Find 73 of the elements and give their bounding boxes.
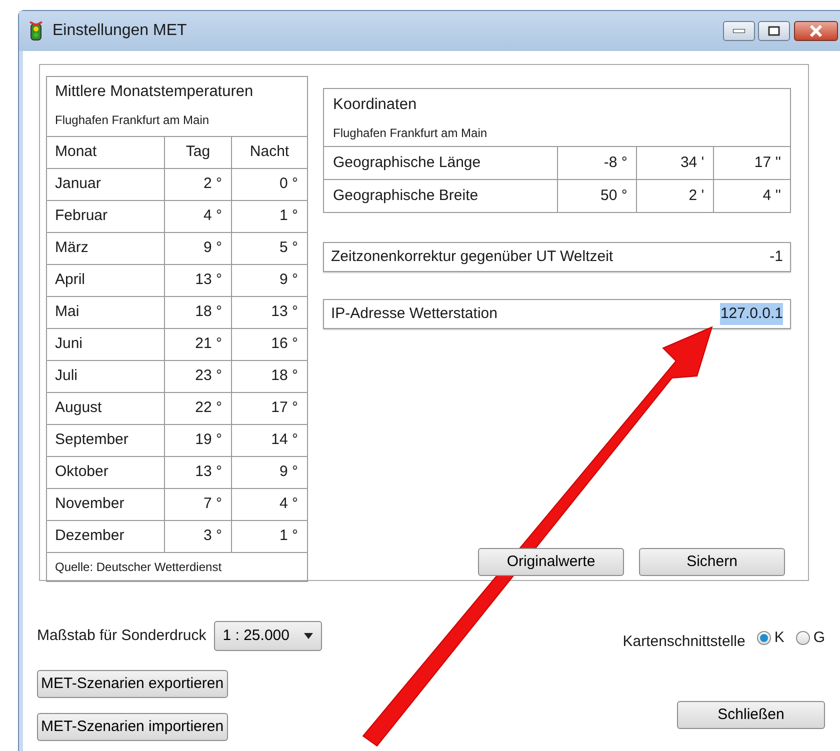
table-cell: 34 ': [636, 146, 714, 180]
table-title: Koordinaten: [333, 95, 418, 116]
table-cell: September: [46, 424, 164, 456]
table-title: Mittlere Monatstemperaturen: [55, 82, 254, 102]
table-cell: März: [46, 232, 164, 264]
table-cell: 2 ': [636, 179, 714, 212]
ip-address-field[interactable]: IP-Adresse Wetterstation 127.0.0.1: [323, 298, 791, 329]
table-cell: November: [46, 488, 164, 520]
table-cell: Oktober: [46, 456, 164, 488]
window-title: Einstellungen MET: [52, 20, 187, 41]
table-cell: 17 °: [232, 392, 308, 424]
minimize-icon: [732, 28, 744, 33]
table-cell: Geographische Länge: [324, 146, 558, 180]
table-cell: 18 °: [232, 360, 308, 392]
close-dialog-button[interactable]: Schließen: [677, 701, 825, 730]
maximize-button[interactable]: [758, 20, 790, 41]
table-cell: 7 °: [164, 488, 232, 520]
export-button[interactable]: MET-Szenarien exportieren: [37, 670, 228, 698]
interface-label: Kartenschnittstelle: [622, 632, 746, 652]
table-cell: 1 °: [232, 200, 308, 232]
scale-label: Maßstab für Sonderdruck: [37, 626, 206, 646]
table-cell: 21 °: [164, 328, 232, 360]
table-subtitle: Flughafen Frankfurt am Main: [333, 124, 488, 142]
table-cell: 13 °: [164, 456, 232, 488]
table-cell: 18 °: [164, 296, 232, 328]
table-cell: 50 °: [557, 179, 637, 212]
table-cell: 4 °: [164, 200, 232, 232]
table-cell: Juli: [46, 360, 164, 392]
table-cell: 23 °: [164, 360, 232, 392]
column-header: Tag: [164, 136, 232, 168]
table-cell: Geographische Breite: [324, 179, 558, 212]
table-cell: 13 °: [164, 264, 232, 296]
radio-option[interactable]: K: [756, 626, 784, 650]
import-button[interactable]: MET-Szenarien importieren: [37, 712, 228, 741]
scale-dropdown[interactable]: 1 : 25.000: [214, 620, 322, 651]
table-cell: 3 °: [164, 520, 232, 552]
table-cell: 16 °: [232, 328, 308, 360]
minimize-button[interactable]: [722, 20, 754, 41]
caret-icon: [304, 632, 314, 639]
save-button[interactable]: Sichern: [639, 548, 785, 576]
column-header: Nacht: [232, 136, 308, 168]
table-cell: 14 °: [232, 424, 308, 456]
table-cell: Januar: [46, 168, 164, 200]
source-note: Quelle: Deutscher Wetterdienst: [46, 552, 308, 582]
table-cell: 19 °: [164, 424, 232, 456]
close-icon: [809, 24, 823, 37]
radio-option[interactable]: G: [796, 626, 825, 650]
table-cell: 9 °: [164, 232, 232, 264]
table-cell: 0 °: [232, 168, 308, 200]
table-cell: Februar: [46, 200, 164, 232]
table-cell: 4 '': [714, 179, 790, 212]
reset-button[interactable]: Originalwerte: [478, 548, 624, 576]
table-cell: April: [46, 264, 164, 296]
column-header: Monat: [46, 136, 164, 168]
table-cell: 17 '': [714, 146, 790, 180]
table-cell: Juni: [46, 328, 164, 360]
table-cell: 9 °: [232, 456, 308, 488]
maximize-icon: [768, 26, 780, 36]
app-icon: [27, 20, 45, 41]
table-cell: 9 °: [232, 264, 308, 296]
table-cell: 13 °: [232, 296, 308, 328]
table-subtitle: Flughafen Frankfurt am Main: [55, 112, 210, 129]
table-cell: 5 °: [232, 232, 308, 264]
timezone-field[interactable]: Zeitzonenkorrektur gegenüber UT Weltzeit -1: [323, 242, 791, 272]
table-cell: -8 °: [557, 146, 637, 180]
table-cell: 22 °: [164, 392, 232, 424]
table-cell: 4 °: [232, 488, 308, 520]
close-button[interactable]: [794, 20, 838, 41]
table-cell: Dezember: [46, 520, 164, 552]
table-cell: 1 °: [232, 520, 308, 552]
table-cell: 2 °: [164, 168, 232, 200]
table-cell: Mai: [46, 296, 164, 328]
table-cell: August: [46, 392, 164, 424]
